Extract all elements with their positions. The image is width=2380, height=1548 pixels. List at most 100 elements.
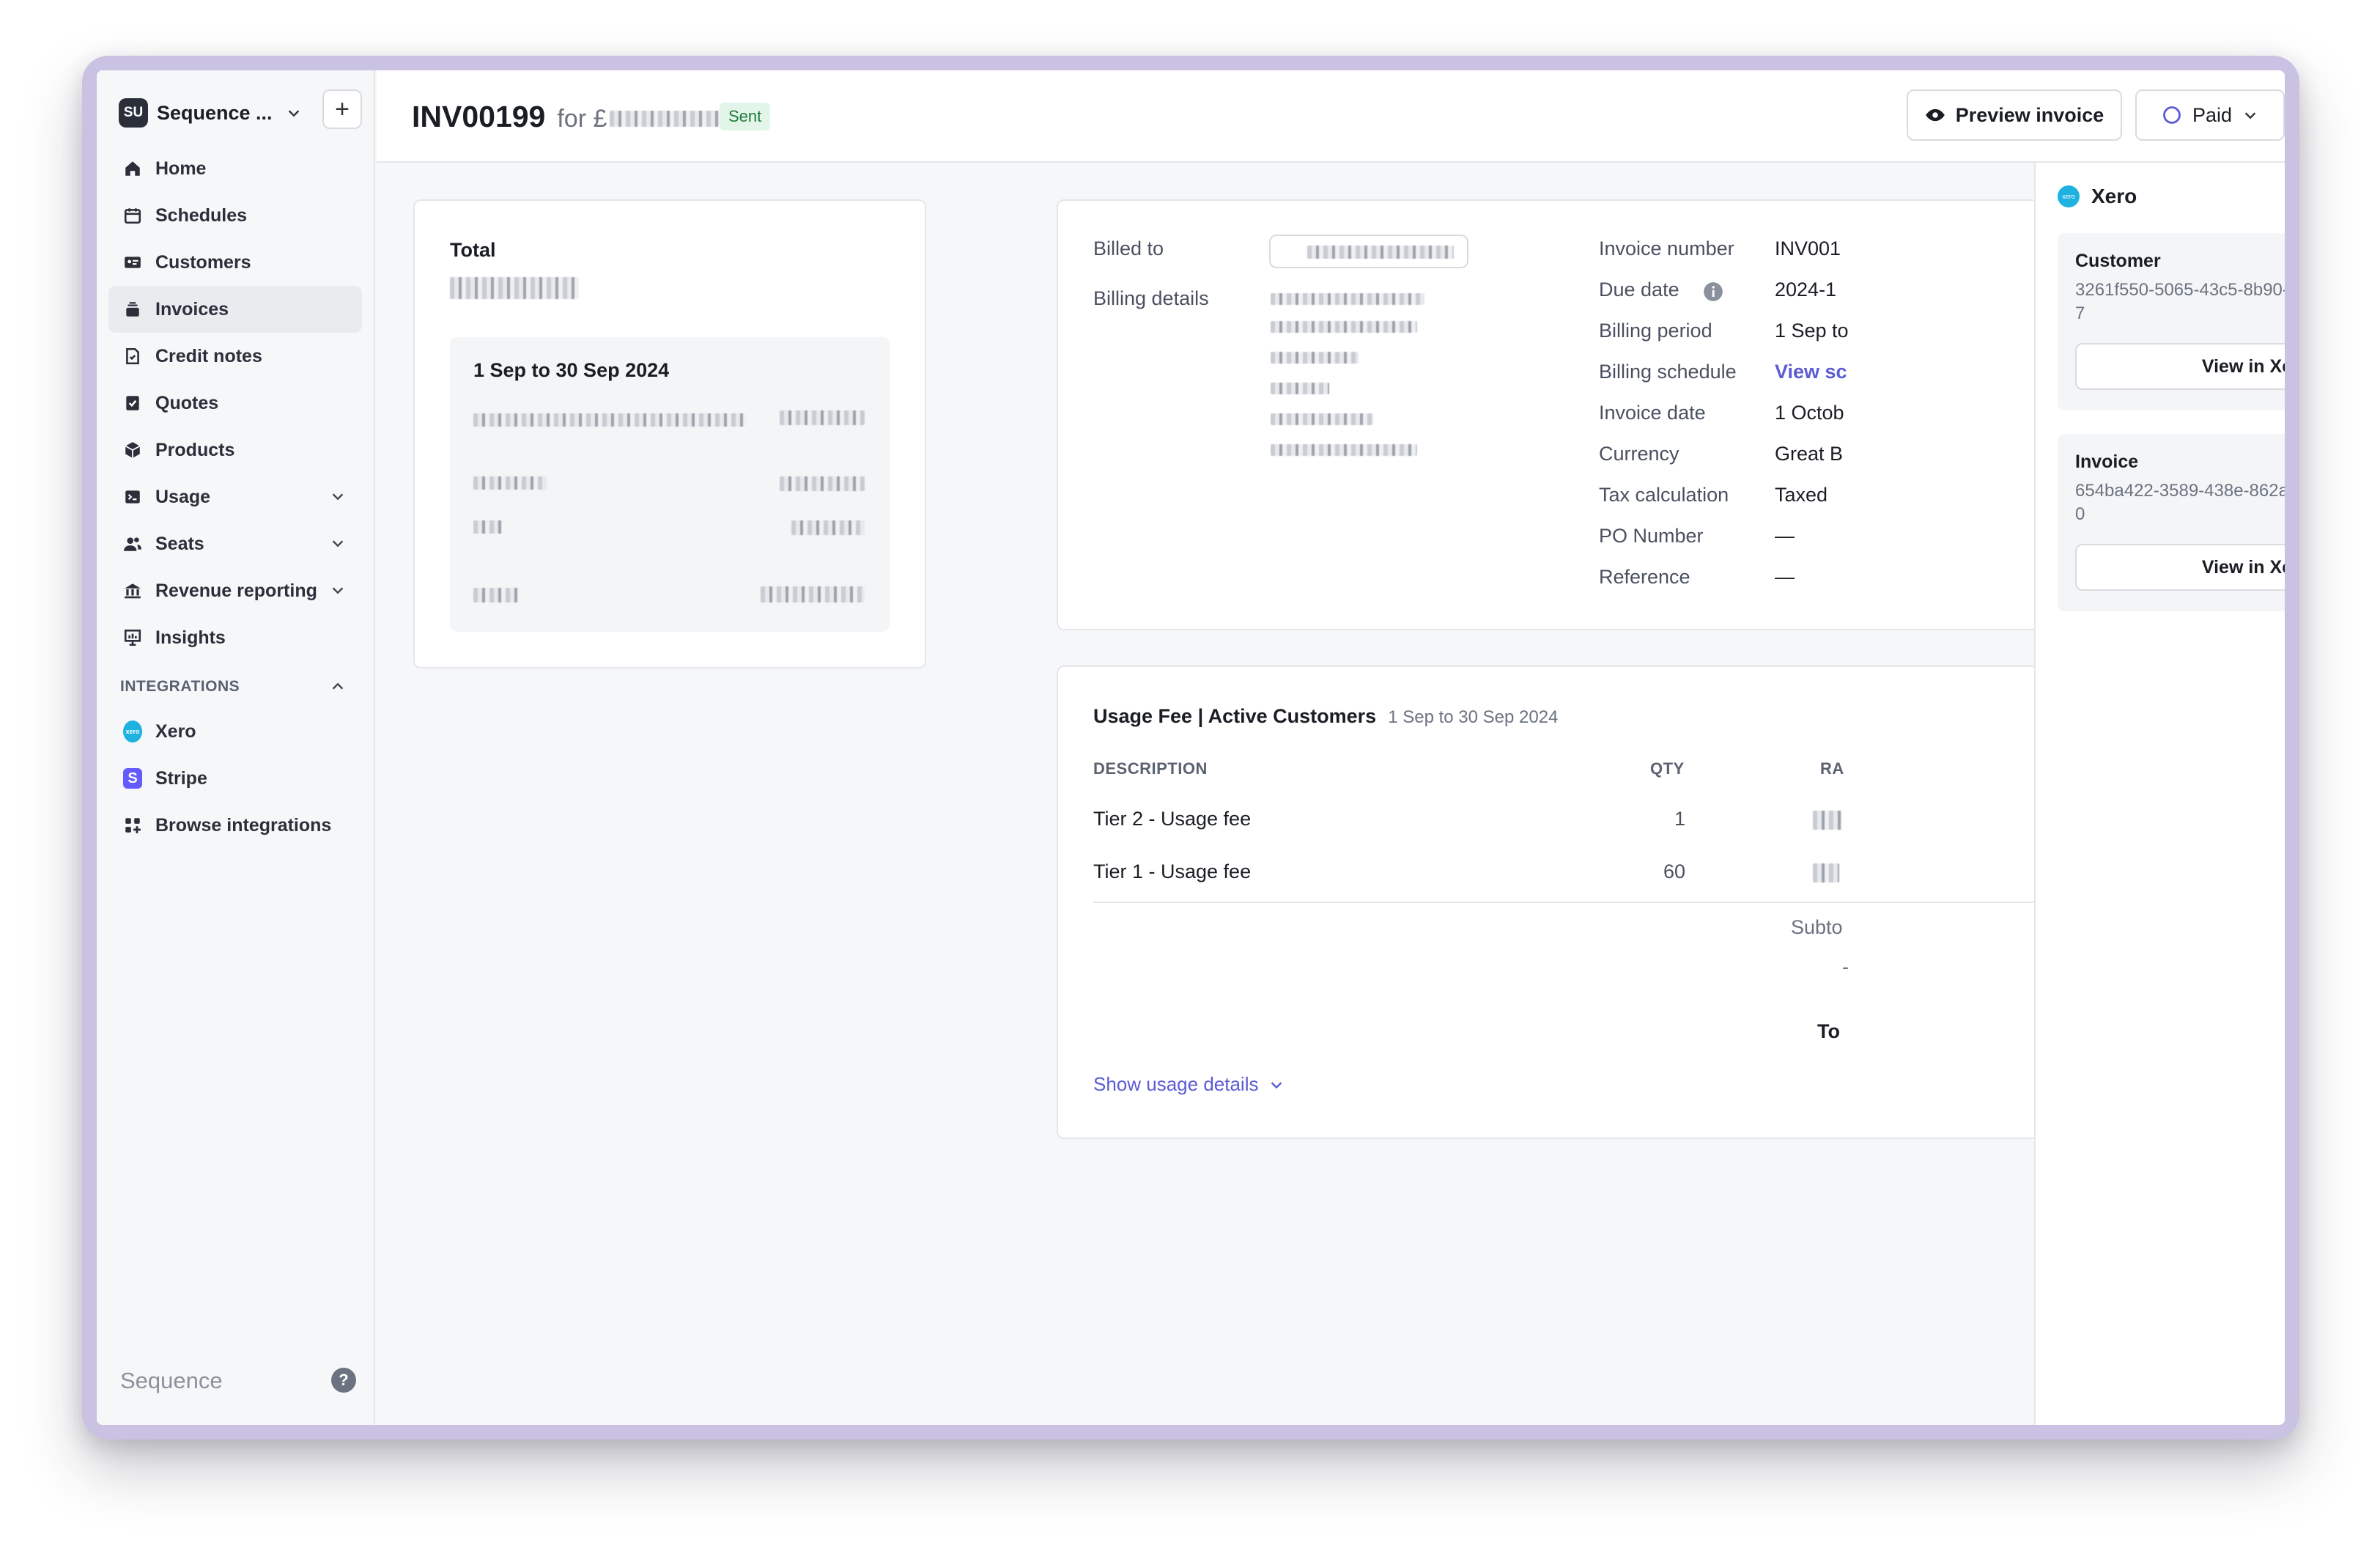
redacted-line	[473, 413, 746, 427]
reference-value: —	[1775, 566, 1795, 588]
sidebar-item-usage[interactable]: Usage	[108, 473, 362, 520]
invoice-status-select[interactable]: Paid	[2135, 89, 2285, 141]
view-in-xero-label: View in Xero	[2201, 355, 2285, 377]
period-summary-title: 1 Sep to 30 Sep 2024	[473, 359, 670, 381]
status-badge: Sent	[720, 103, 771, 130]
redacted-value	[780, 410, 865, 425]
redacted-address-line	[1271, 321, 1417, 333]
add-button[interactable]: +	[322, 89, 362, 129]
sidebar-item-label: Credit notes	[155, 345, 262, 366]
xero-customer-card: Customer 3261f550-5065-43c5-8b90-2c2de05…	[2058, 233, 2285, 410]
chevron-down-icon	[332, 493, 344, 501]
integrations-section-toggle[interactable]: INTEGRATIONS	[108, 666, 362, 708]
redacted-address-line	[1271, 383, 1329, 394]
view-in-xero-label: View in Xero	[2201, 556, 2285, 578]
sidebar-item-products[interactable]: Products	[108, 427, 362, 473]
sidebar-item-credit-notes[interactable]: Credit notes	[108, 333, 362, 380]
sidebar-item-schedules[interactable]: Schedules	[108, 192, 362, 239]
stripe-logo-icon: S	[123, 768, 142, 789]
chevron-down-icon	[2244, 112, 2256, 119]
redacted-value	[780, 476, 865, 491]
sidebar-item-label: Customers	[155, 251, 251, 273]
info-icon[interactable]	[1703, 281, 1723, 302]
line-item-description: Tier 1 - Usage fee	[1093, 860, 1252, 882]
line-items-title: Usage Fee | Active Customers	[1093, 705, 1377, 727]
quote-check-icon	[123, 394, 142, 413]
sidebar-nav: Home Schedules Customers Invoices Credit…	[108, 145, 362, 849]
terminal-icon	[123, 487, 142, 506]
subtotal-label: Subto	[1791, 916, 1843, 938]
xero-integration-panel: xero Xero Customer 3261f550-5065-43c5-8b…	[2034, 163, 2285, 1425]
sidebar-item-label: Home	[155, 158, 207, 179]
sidebar-item-label: Schedules	[155, 204, 248, 226]
line-items-period: 1 Sep to 30 Sep 2024	[1388, 707, 1559, 727]
chevron-down-icon	[332, 540, 344, 548]
org-avatar: SU	[119, 98, 148, 128]
sidebar-item-xero[interactable]: xero Xero	[108, 708, 362, 755]
line-item-qty: 60	[1663, 860, 1685, 882]
total-card: Total 1 Sep to 30 Sep 2024	[413, 199, 926, 668]
show-usage-details-label: Show usage details	[1093, 1073, 1259, 1095]
sidebar-item-label: Insights	[155, 627, 226, 648]
redacted-total-amount	[450, 277, 579, 299]
preview-invoice-button[interactable]: Preview invoice	[1907, 89, 2122, 141]
credit-note-icon	[123, 347, 142, 366]
redacted-amount	[610, 111, 720, 127]
sidebar-item-label: Browse integrations	[155, 814, 332, 836]
sidebar-item-invoices[interactable]: Invoices	[108, 286, 362, 333]
sidebar-item-insights[interactable]: Insights	[108, 614, 362, 661]
help-icon[interactable]: ?	[331, 1368, 356, 1393]
show-usage-details-link[interactable]: Show usage details	[1093, 1073, 1285, 1096]
sidebar-item-customers[interactable]: Customers	[108, 239, 362, 286]
redacted-value	[791, 520, 865, 535]
sidebar-item-revenue-reporting[interactable]: Revenue reporting	[108, 567, 362, 614]
po-number-value: —	[1775, 525, 1795, 547]
eye-icon	[1925, 108, 1945, 122]
billed-to-customer-chip[interactable]	[1269, 235, 1468, 268]
period-summary: 1 Sep to 30 Sep 2024	[450, 337, 890, 632]
sidebar-item-home[interactable]: Home	[108, 145, 362, 192]
billing-schedule-label: Billing schedule	[1599, 361, 1737, 383]
xero-invoice-title: Invoice	[2075, 452, 2139, 472]
xero-logo-icon: xero	[2058, 185, 2080, 207]
reference-label: Reference	[1599, 566, 1690, 588]
line-item-description: Tier 2 - Usage fee	[1093, 808, 1252, 830]
view-schedule-link[interactable]: View sc	[1775, 361, 1847, 383]
column-header-description: DESCRIPTION	[1093, 759, 1208, 778]
tax-label: -	[1842, 956, 1849, 978]
column-header-qty: QTY	[1650, 759, 1685, 778]
xero-customer-title: Customer	[2075, 251, 2161, 271]
grid-plus-icon	[123, 816, 142, 835]
presentation-chart-icon	[123, 628, 142, 647]
calendar-icon	[123, 206, 142, 225]
view-customer-in-xero-button[interactable]: View in Xero	[2075, 343, 2285, 390]
tax-calculation-value: Taxed	[1775, 484, 1828, 506]
sidebar-item-browse-integrations[interactable]: Browse integrations	[108, 802, 362, 849]
sidebar: SU Sequence ... + Home Schedules Custome…	[97, 70, 375, 1425]
sidebar-item-seats[interactable]: Seats	[108, 520, 362, 567]
chevron-down-icon	[288, 110, 299, 117]
xero-invoice-card: Invoice 654ba422-3589-438e-862a-5dfd6142…	[2058, 434, 2285, 611]
app-window: SU Sequence ... + Home Schedules Custome…	[97, 70, 2285, 1425]
footer-brand: Sequence	[120, 1368, 223, 1393]
sidebar-item-stripe[interactable]: S Stripe	[108, 755, 362, 802]
line-item-qty: 1	[1674, 808, 1685, 830]
sidebar-item-label: Quotes	[155, 392, 219, 413]
table-divider	[1093, 902, 2040, 903]
redacted-address-line	[1271, 444, 1417, 456]
line-items-card: Usage Fee | Active Customers 1 Sep to 30…	[1057, 666, 2040, 1139]
redacted-rate	[1813, 811, 1842, 830]
billed-to-label: Billed to	[1093, 237, 1164, 259]
invoice-amount: for £	[557, 105, 720, 133]
status-circle-icon	[2163, 106, 2181, 124]
sidebar-item-quotes[interactable]: Quotes	[108, 380, 362, 427]
billing-period-value: 1 Sep to	[1775, 320, 1849, 342]
total-label: Total	[450, 239, 496, 261]
view-invoice-in-xero-button[interactable]: View in Xero	[2075, 544, 2285, 591]
redacted-line	[473, 520, 503, 534]
xero-panel-header: xero Xero	[2058, 185, 2137, 208]
org-switcher[interactable]: SU Sequence ...	[119, 94, 302, 132]
chevron-down-icon	[1271, 1081, 1282, 1088]
xero-panel-title: Xero	[2091, 185, 2137, 207]
currency-label: Currency	[1599, 443, 1679, 465]
